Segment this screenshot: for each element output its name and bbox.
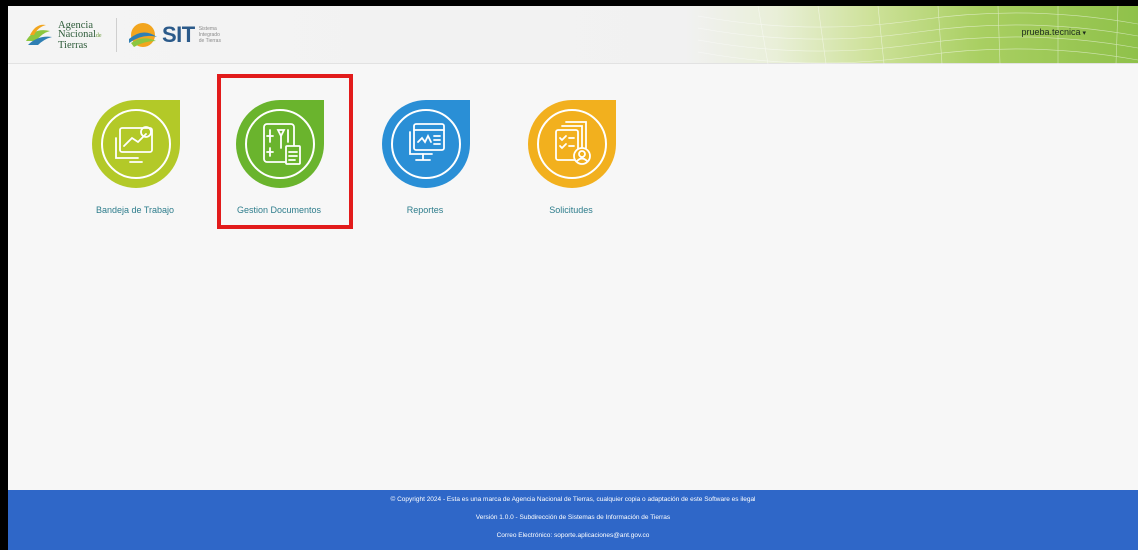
ant-logo-text: Agencia Nacionalde Tierras <box>58 19 102 51</box>
sit-logo-icon <box>129 23 157 47</box>
tile-label: Bandeja de Trabajo <box>95 205 175 215</box>
tile-gestion-documentos[interactable]: Gestion Documentos <box>214 98 344 228</box>
top-header: Agencia Nacionalde Tierras SIT Sistema I… <box>8 6 1138 64</box>
tile-label: Gestion Documentos <box>236 205 322 215</box>
footer: © Copyright 2024 - Esta es una marca de … <box>8 490 1138 550</box>
chart-board-icon <box>92 100 180 188</box>
app-frame: Agencia Nacionalde Tierras SIT Sistema I… <box>8 6 1138 550</box>
report-monitor-icon <box>382 100 470 188</box>
tile-bandeja-de-trabajo[interactable]: Bandeja de Trabajo <box>70 98 200 228</box>
chevron-down-icon: ▾ <box>1082 30 1086 37</box>
sit-logo-brand: SIT <box>162 22 195 47</box>
footer-copyright: © Copyright 2024 - Esta es una marca de … <box>390 496 756 503</box>
footer-version: Versión 1.0.0 - Subdirección de Sistemas… <box>475 514 671 521</box>
ant-logo-icon <box>26 24 52 45</box>
footer-contact: Correo Electrónico: soporte.aplicaciones… <box>496 532 650 539</box>
request-checklist-icon <box>528 100 616 188</box>
user-name: prueba.tecnica <box>1021 27 1081 37</box>
tile-solicitudes[interactable]: Solicitudes <box>506 98 636 228</box>
user-menu[interactable]: prueba.tecnica ▾ <box>1021 27 1086 37</box>
sit-logo-subtitle: Sistema Integrado de Tierras <box>198 26 221 44</box>
logo-divider <box>116 18 117 52</box>
sit-logo[interactable]: SIT Sistema Integrado de Tierras <box>126 20 221 50</box>
tile-label: Reportes <box>406 205 444 215</box>
tile-reportes[interactable]: Reportes <box>360 98 490 228</box>
document-management-icon <box>236 100 324 188</box>
ant-logo[interactable]: Agencia Nacionalde Tierras <box>24 18 114 52</box>
tile-label: Solicitudes <box>549 205 593 215</box>
